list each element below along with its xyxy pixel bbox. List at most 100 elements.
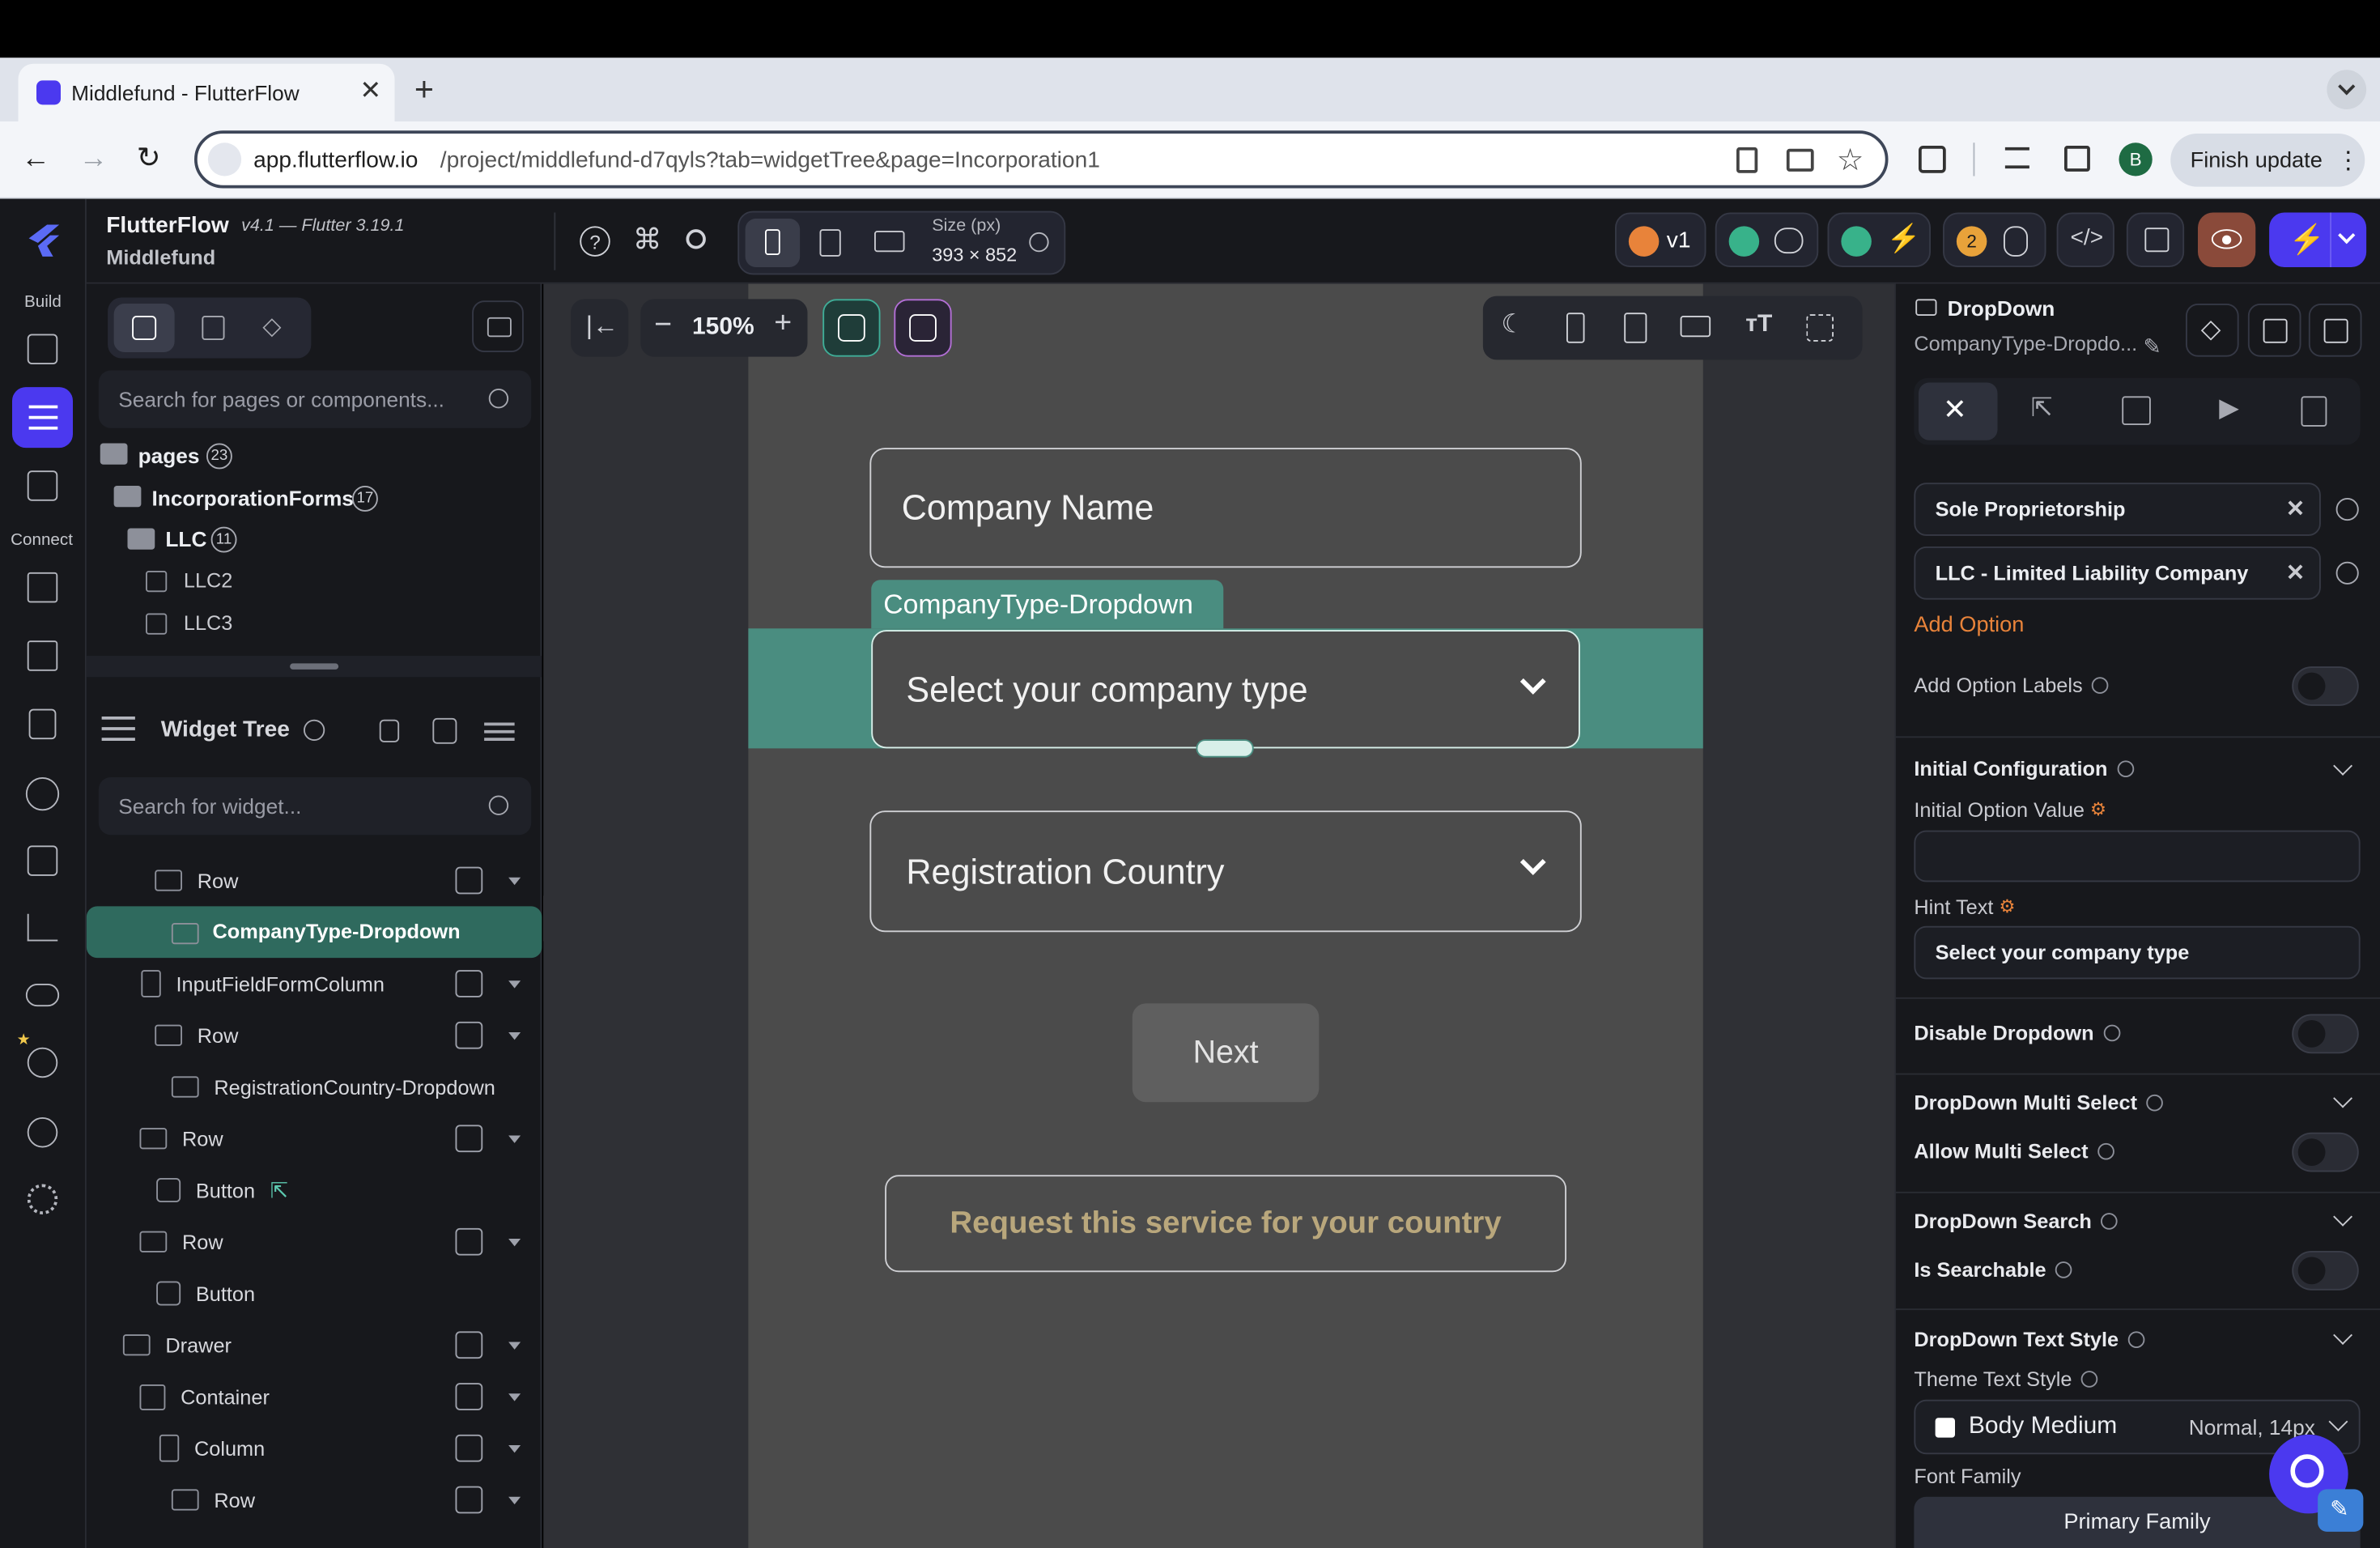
widget-tree-rail-button[interactable] [12, 387, 73, 449]
add-option-labels-toggle[interactable] [2292, 666, 2359, 706]
disable-dropdown-toggle[interactable] [2292, 1014, 2359, 1054]
tab-search-icon[interactable] [2327, 70, 2367, 109]
registration-country-dropdown[interactable]: Registration Country [869, 810, 1582, 933]
address-bar[interactable]: app.flutterflow.io /project/middlefund-d… [194, 130, 1889, 189]
add-child-icon[interactable] [455, 1021, 483, 1049]
filter-icon[interactable] [484, 722, 515, 726]
add-child-icon[interactable] [455, 1486, 483, 1514]
settings-gear-icon[interactable] [27, 1184, 58, 1214]
collab-button[interactable] [1715, 212, 1819, 267]
size-info-icon[interactable] [1029, 232, 1049, 253]
tree-row-drawer[interactable]: Drawer [87, 1319, 542, 1371]
text-style-header[interactable]: DropDown Text Style [1914, 1329, 2144, 1351]
tree-row-row[interactable]: Row [87, 1474, 542, 1526]
is-searchable-toggle[interactable] [2292, 1251, 2359, 1291]
tree-row-row[interactable]: Row [87, 1010, 542, 1061]
page-llc3[interactable]: LLC3 [184, 612, 233, 635]
wrap-widget-button[interactable] [2247, 304, 2301, 357]
pages-search-input[interactable]: Search for pages or components... [98, 370, 532, 428]
caret-down-icon[interactable] [508, 1134, 521, 1142]
site-info-icon[interactable] [207, 142, 242, 176]
caret-down-icon[interactable] [508, 1444, 521, 1452]
keyboard-icon[interactable] [1680, 316, 1711, 338]
add-child-icon[interactable] [455, 1383, 483, 1410]
app-state-icon[interactable] [28, 708, 57, 740]
tests-icon[interactable] [27, 1047, 58, 1078]
tablet-icon[interactable] [819, 229, 841, 257]
multi-select-header[interactable]: DropDown Multi Select [1914, 1091, 2163, 1114]
add-child-icon[interactable] [455, 970, 483, 997]
dropdown-search-header[interactable]: DropDown Search [1914, 1210, 2118, 1233]
firestore-icon[interactable] [27, 572, 58, 603]
tree-row-row[interactable]: Row [87, 1112, 542, 1164]
code-view-button[interactable]: </> [2056, 212, 2114, 267]
fit-screen-button[interactable] [822, 299, 881, 357]
allow-multi-toggle[interactable] [2292, 1132, 2359, 1172]
theme-icon[interactable] [25, 777, 60, 811]
extensions-icon[interactable] [1919, 146, 1946, 173]
info-icon[interactable] [2116, 760, 2134, 777]
tree-row-registration-dropdown[interactable]: RegistrationCountry-Dropdown [87, 1061, 542, 1113]
command-icon[interactable]: ⌘ [633, 223, 662, 258]
resize-handle[interactable] [290, 663, 339, 670]
save-component-button[interactable]: ◇ [2186, 304, 2239, 357]
reload-icon[interactable]: ↻ [137, 141, 161, 176]
panel-resize-bar[interactable] [86, 656, 542, 678]
pages-tab[interactable] [113, 304, 175, 352]
issues-button[interactable]: 2 [1943, 212, 2046, 267]
initial-option-value-input[interactable] [1914, 830, 2361, 882]
info-icon[interactable] [2097, 1142, 2114, 1160]
clipboard-icon[interactable] [1736, 147, 1758, 173]
flutterflow-logo-icon[interactable] [23, 220, 66, 263]
caret-down-icon[interactable] [508, 876, 521, 885]
widget-tree-info-icon[interactable] [304, 719, 325, 741]
incorporation-folder-label[interactable]: IncorporationForms [152, 486, 354, 510]
cloud-functions-icon[interactable] [25, 984, 60, 1007]
version-button[interactable]: v1 [1615, 212, 1706, 267]
info-icon[interactable] [2091, 677, 2109, 694]
lock-icon[interactable] [379, 719, 400, 742]
tree-row-button[interactable]: Button ⇱ [87, 1164, 542, 1216]
option-2-input[interactable]: LLC - Limited Liability Company ✕ [1914, 546, 2321, 600]
next-button[interactable]: Next [1132, 1003, 1320, 1103]
new-folder-button[interactable] [472, 300, 524, 352]
caret-down-icon[interactable] [508, 980, 521, 988]
pages-folder-label[interactable]: pages [138, 444, 200, 468]
caret-down-icon[interactable] [508, 1341, 521, 1349]
install-app-icon[interactable] [1786, 148, 1814, 172]
ai-gen-button[interactable] [894, 299, 952, 357]
initial-config-header[interactable]: Initial Configuration [1914, 758, 2134, 780]
integrations-icon[interactable] [27, 1117, 58, 1148]
tree-row-row[interactable]: Row [87, 855, 542, 907]
company-name-field[interactable]: Company Name [869, 448, 1582, 568]
widget-options-button[interactable] [2308, 304, 2362, 357]
data-types-icon[interactable] [27, 640, 58, 671]
zoom-out-icon[interactable]: − [654, 308, 672, 343]
tree-row-row[interactable]: Row [87, 1216, 542, 1268]
tree-row-container[interactable]: Container [87, 1371, 542, 1423]
hint-text-input[interactable]: Select your company type [1914, 925, 2361, 980]
add-page-icon[interactable] [27, 334, 58, 364]
library-diamond-icon[interactable]: ◇ [262, 311, 281, 342]
add-child-icon[interactable] [455, 1434, 483, 1462]
add-child-icon[interactable] [455, 1227, 483, 1256]
zoom-in-icon[interactable]: + [774, 307, 792, 342]
backend-query-tab-icon[interactable] [2122, 396, 2151, 425]
preview-button[interactable] [2198, 212, 2256, 267]
desktop-icon[interactable] [874, 231, 905, 253]
back-icon[interactable]: ← [21, 142, 50, 176]
request-service-button[interactable]: Request this service for your country [885, 1175, 1566, 1273]
phone-device-button[interactable] [745, 219, 801, 267]
add-option-link[interactable]: Add Option [1914, 614, 2024, 638]
remove-option-icon[interactable]: ✕ [2286, 495, 2306, 522]
new-tab-icon[interactable]: + [414, 70, 434, 109]
tree-row-selected[interactable]: CompanyType-Dropdown [86, 906, 542, 959]
finish-update-button[interactable]: Finish update ⋮ [2170, 134, 2365, 187]
widget-search-input[interactable]: Search for widget... [98, 777, 532, 836]
dark-mode-icon[interactable]: ☾ [1501, 310, 1524, 341]
caret-down-icon[interactable] [508, 1238, 521, 1246]
custom-code-icon[interactable] [27, 913, 58, 942]
run-button[interactable]: ⚡ [2269, 212, 2367, 267]
tree-row-button[interactable]: Button [87, 1268, 542, 1320]
translate-globe-icon[interactable] [2335, 498, 2359, 521]
